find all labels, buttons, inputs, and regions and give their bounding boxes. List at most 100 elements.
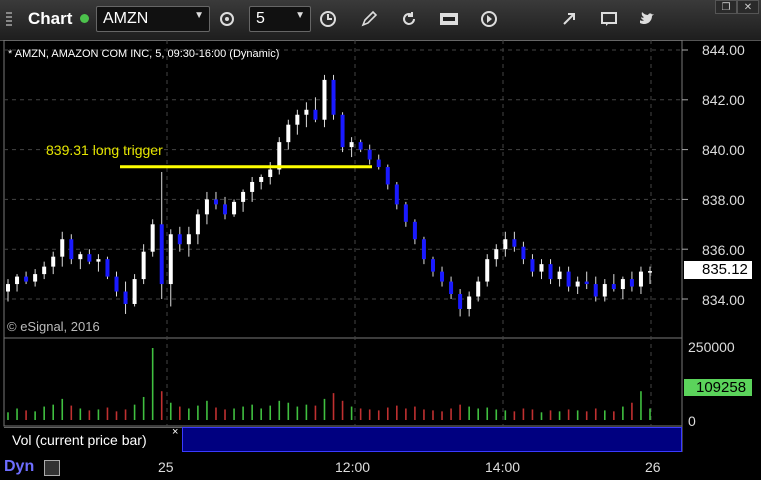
candle-body [132,279,137,304]
candle-body [114,276,119,292]
candle-body [123,291,128,304]
interval-clock-button[interactable] [317,8,339,30]
time-tick: 12:00 [335,459,371,475]
candle-body [331,79,336,115]
candle-body [557,271,562,280]
link-button[interactable] [558,8,580,30]
candle-body [186,234,191,245]
study-bar [182,427,682,452]
clock-icon [320,11,336,27]
candle-body [241,191,246,202]
candle-body [403,204,408,222]
candle-body [286,124,291,143]
candle-body [476,281,481,297]
symbol-input[interactable]: AMZN ▼ [96,6,210,32]
candle-body [458,294,463,309]
candle-body [503,239,508,250]
link-icon [563,13,575,25]
candle-body [168,234,173,285]
candle-body [539,264,544,272]
candle-body [24,276,29,282]
replay-button[interactable] [478,8,500,30]
link-status-dot[interactable] [80,14,89,23]
candle-body [250,181,255,192]
price-tick: 842.00 [702,92,745,108]
draw-tool-button[interactable] [358,8,380,30]
volume-tick: 250000 [688,339,735,355]
candle-body [150,224,155,252]
candle-body [385,167,390,185]
candle-body [440,271,445,282]
refresh-button[interactable] [398,8,420,30]
candle-body [213,199,218,205]
pencil-icon [361,10,378,27]
interval-value: 5 [256,10,265,27]
candle-body [268,169,273,177]
play-icon [481,11,497,27]
trigger-annotation[interactable]: 839.31 long trigger [46,142,163,158]
candle-body [177,234,182,245]
candle-body [566,271,571,287]
candle-body [232,201,237,215]
candle-body [259,176,264,182]
candle-body [449,281,454,295]
restore-button[interactable]: ❐ [715,0,737,14]
volume-study-legend[interactable]: Vol (current price bar) × [4,426,183,453]
dyn-label[interactable]: Dyn [4,458,34,476]
comment-icon [601,12,617,26]
price-tick: 844.00 [702,42,745,58]
chart-toolbar: Chart AMZN ▼ 5 ▼ ❐ ✕ [0,0,761,41]
time-tick: 26 [645,459,661,475]
twitter-button[interactable] [636,8,658,30]
candle-body [530,259,535,272]
candle-body [611,284,616,290]
candle-body [313,109,318,120]
candle-body [629,279,634,287]
candle-body [494,249,499,260]
symbol-description: * AMZN, AMAZON COM INC, 5, 09:30-16:00 (… [8,48,280,60]
gear-icon [220,12,234,26]
candle-body [33,274,38,282]
candle-body [575,281,580,287]
candle-body [96,259,101,262]
interval-select[interactable]: 5 ▼ [249,6,311,32]
volume-tick: 0 [688,413,696,429]
chevron-down-icon[interactable]: ▼ [194,10,204,21]
candle-body [467,296,472,309]
formula-button[interactable] [438,8,460,30]
candle-body [376,159,381,168]
candle-body [648,271,652,273]
chevron-down-icon[interactable]: ▼ [295,10,305,21]
candle-body [304,109,309,115]
drag-grip[interactable] [6,12,12,28]
close-study-button[interactable]: × [172,426,178,438]
lock-icon[interactable] [44,460,60,476]
candle-body [485,259,490,282]
candle-body [141,251,146,280]
close-button[interactable]: ✕ [737,0,759,14]
current-volume-badge: 109258 [684,379,752,396]
candle-body [42,266,47,275]
chart-window [0,40,761,480]
candle-body [430,259,435,272]
candle-body [105,259,110,277]
candle-body [548,264,553,280]
price-tick: 840.00 [702,142,745,158]
chart-canvas[interactable] [0,40,761,480]
time-tick: 14:00 [485,459,521,475]
candle-body [223,204,228,215]
twitter-icon [640,12,654,25]
candle-body [322,79,327,120]
price-tick: 838.00 [702,192,745,208]
candle-body [512,239,517,247]
candle-body [15,276,20,285]
candle-body [159,224,164,285]
candle-body [349,142,354,148]
candle-body [78,254,83,260]
symbol-settings-button[interactable] [216,8,238,30]
comment-button[interactable] [598,8,620,30]
candle-body [412,221,417,240]
symbol-value: AMZN [103,10,149,27]
get-icon [440,13,458,25]
time-axis[interactable]: Dyn 25 12:00 14:00 26 [0,452,761,480]
